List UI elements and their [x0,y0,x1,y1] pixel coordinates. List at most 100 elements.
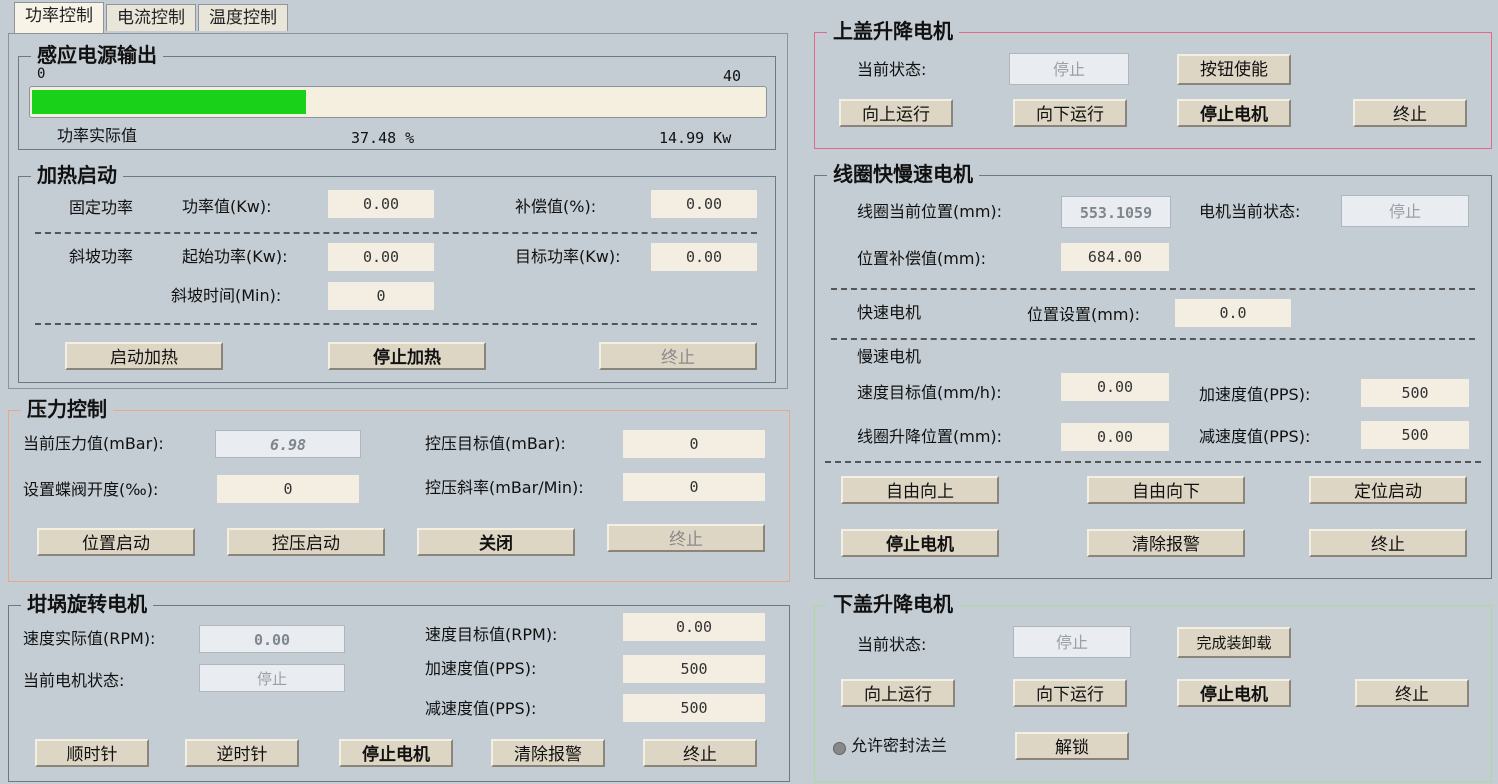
accel-label: 加速度值(PPS): [425,659,537,678]
speed-target-label: 速度目标值(RPM): [425,625,558,644]
coil-motor-title: 线圈快慢速电机 [827,161,979,187]
divider [35,232,757,234]
stop-heating-button[interactable]: 停止加热 [328,342,486,370]
clockwise-button[interactable]: 顺时针 [35,739,149,767]
speed-actual-field: 0.00 [199,625,345,653]
coil-accel-label: 加速度值(PPS): [1199,385,1311,404]
upper-lid-down-button[interactable]: 向下运行 [1013,99,1127,127]
compensation-label: 补偿值(%): [515,197,597,216]
upper-lid-abort-button[interactable]: 终止 [1353,99,1467,127]
lower-lid-up-button[interactable]: 向上运行 [841,679,955,707]
coil-motor-status-field: 停止 [1341,195,1469,227]
pressure-slope-field[interactable]: 0 [623,473,765,501]
coil-motor-panel: 线圈快慢速电机 线圈当前位置(mm): 553.1059 电机当前状态: 停止 … [814,161,1492,579]
divider [831,338,1475,340]
lower-lid-abort-button[interactable]: 终止 [1355,679,1469,707]
power-percent-value: 37.48 % [351,129,415,147]
target-power-label: 目标功率(Kw): [515,247,621,266]
button-enable-button[interactable]: 按钮使能 [1177,54,1291,85]
tab-bar: 功率控制 电流控制 温度控制 [14,2,288,33]
ramp-power-label: 斜坡功率 [69,247,134,266]
coil-lift-position-field[interactable]: 0.00 [1061,423,1169,451]
heating-panel: 加热启动 固定功率 功率值(Kw): 0.00 补偿值(%): 0.00 斜坡功… [18,162,776,383]
speed-target-field[interactable]: 0.00 [623,613,765,641]
speed-actual-label: 速度实际值(RPM): [23,629,156,648]
decel-field[interactable]: 500 [623,694,765,722]
power-progress-fill [32,90,306,114]
positioning-start-button[interactable]: 定位启动 [1309,476,1467,504]
power-actual-label: 功率实际值 [57,126,138,145]
power-value-label: 功率值(Kw): [182,197,272,216]
tab-current-control[interactable]: 电流控制 [106,4,196,31]
lower-lid-stop-motor-button[interactable]: 停止电机 [1177,679,1291,707]
position-compensation-label: 位置补偿值(mm): [857,249,987,268]
upper-lid-status-field: 停止 [1009,53,1129,85]
motor-status-label: 当前电机状态: [23,671,125,690]
free-down-button[interactable]: 自由向下 [1087,476,1245,504]
coil-abort-button[interactable]: 终止 [1309,529,1467,557]
compensation-field[interactable]: 0.00 [651,190,757,218]
target-power-field[interactable]: 0.00 [651,243,757,271]
pressure-target-label: 控压目标值(mBar): [425,434,566,453]
crucible-stop-motor-button[interactable]: 停止电机 [339,739,453,767]
pressure-abort-button[interactable]: 终止 [607,524,765,552]
heating-title: 加热启动 [31,162,123,188]
unlock-button[interactable]: 解锁 [1015,732,1129,760]
divider [35,323,757,325]
close-button[interactable]: 关闭 [417,528,575,556]
allow-seal-radio[interactable] [833,742,846,755]
ramp-time-field[interactable]: 0 [328,282,434,310]
pressure-slope-label: 控压斜率(mBar/Min): [425,478,584,497]
start-power-field[interactable]: 0.00 [328,243,434,271]
coil-stop-motor-button[interactable]: 停止电机 [841,529,999,557]
coil-position-label: 线圈当前位置(mm): [857,202,1003,221]
coil-position-field: 553.1059 [1061,196,1171,228]
slow-motor-label: 慢速电机 [857,347,922,366]
pressure-target-field[interactable]: 0 [623,430,765,458]
coil-decel-field[interactable]: 500 [1361,421,1469,449]
crucible-abort-button[interactable]: 终止 [643,739,757,767]
counterclockwise-button[interactable]: 逆时针 [185,739,299,767]
power-progress-bar [29,86,767,118]
power-kw-value: 14.99 Kw [659,129,732,147]
position-setting-label: 位置设置(mm): [1027,305,1141,324]
fixed-power-label: 固定功率 [69,198,134,217]
power-value-field[interactable]: 0.00 [328,190,434,218]
crucible-motor-panel: 坩埚旋转电机 速度实际值(RPM): 0.00 当前电机状态: 停止 速度目标值… [8,591,790,782]
pressure-start-button[interactable]: 控压启动 [227,528,385,556]
tab-temperature-control[interactable]: 温度控制 [198,4,288,31]
position-start-button[interactable]: 位置启动 [37,528,195,556]
upper-lid-up-button[interactable]: 向上运行 [839,99,953,127]
upper-lid-status-label: 当前状态: [857,60,927,79]
upper-lid-panel: 上盖升降电机 当前状态: 停止 按钮使能 向上运行 向下运行 停止电机 终止 [814,18,1492,149]
coil-speed-target-label: 速度目标值(mm/h): [857,383,1002,402]
power-output-title: 感应电源输出 [31,42,163,68]
lower-lid-down-button[interactable]: 向下运行 [1013,679,1127,707]
position-compensation-field[interactable]: 684.00 [1061,243,1169,271]
tab-power-control[interactable]: 功率控制 [14,2,104,33]
crucible-clear-alarm-button[interactable]: 清除报警 [491,739,605,767]
motor-status-field: 停止 [199,664,345,692]
heating-abort-button[interactable]: 终止 [599,342,757,370]
lower-lid-status-label: 当前状态: [857,635,927,654]
coil-speed-target-field[interactable]: 0.00 [1061,373,1169,401]
fast-motor-label: 快速电机 [857,303,922,322]
pressure-title: 压力控制 [21,396,113,422]
divider [825,461,1481,463]
start-power-label: 起始功率(Kw): [182,247,288,266]
accel-field[interactable]: 500 [623,655,765,683]
free-up-button[interactable]: 自由向上 [841,476,999,504]
lower-lid-panel: 下盖升降电机 当前状态: 停止 完成装卸载 向上运行 向下运行 停止电机 终止 … [814,591,1492,782]
valve-opening-field[interactable]: 0 [217,475,359,503]
finish-load-unload-button[interactable]: 完成装卸载 [1177,627,1291,658]
start-heating-button[interactable]: 启动加热 [65,342,223,370]
coil-clear-alarm-button[interactable]: 清除报警 [1087,529,1245,557]
coil-lift-position-label: 线圈升降位置(mm): [857,427,1003,446]
decel-label: 减速度值(PPS): [425,699,537,718]
coil-accel-field[interactable]: 500 [1361,379,1469,407]
current-pressure-field: 6.98 [215,430,361,458]
motor-current-status-label: 电机当前状态: [1199,202,1301,221]
position-setting-field[interactable]: 0.0 [1175,299,1291,327]
valve-opening-label: 设置蝶阀开度(‰): [23,480,159,499]
upper-lid-stop-motor-button[interactable]: 停止电机 [1177,99,1291,127]
